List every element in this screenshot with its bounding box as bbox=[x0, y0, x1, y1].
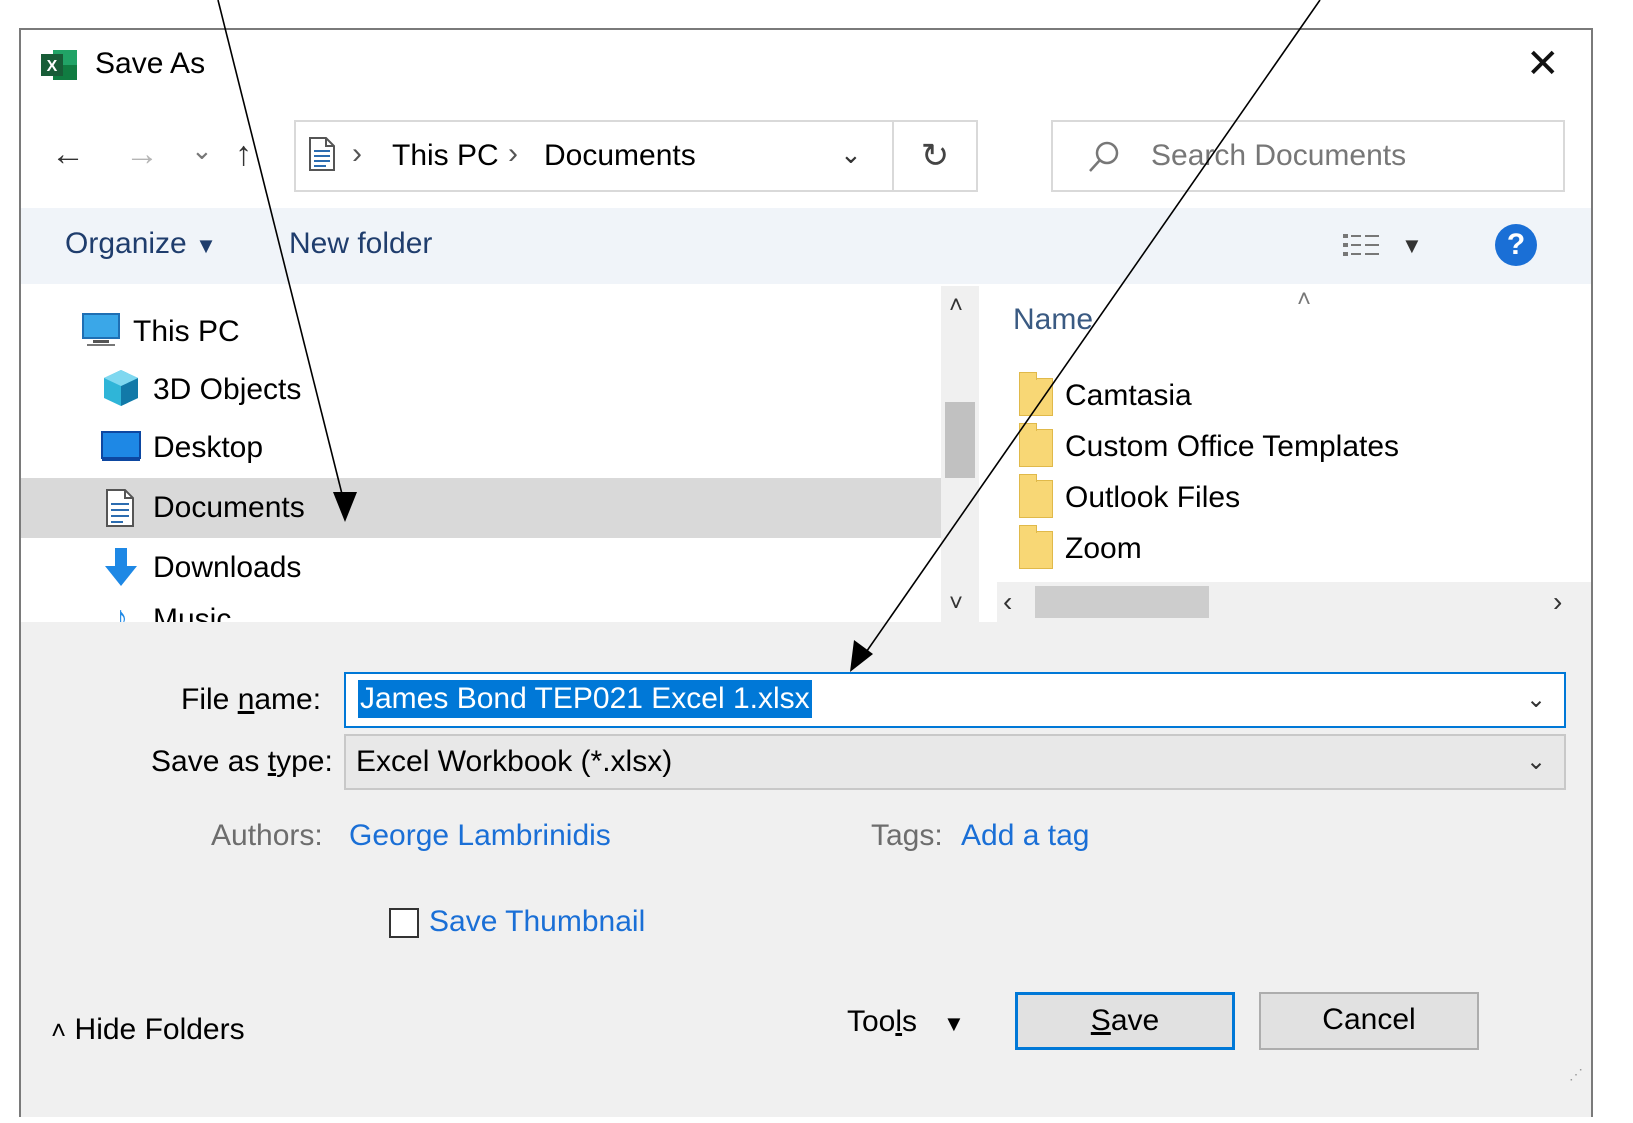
arrow-to-file-name bbox=[861, 0, 1321, 659]
arrow-head-file-name bbox=[850, 640, 873, 672]
arrow-head-documents bbox=[333, 492, 357, 522]
arrow-to-documents bbox=[217, 0, 346, 507]
annotation-arrows bbox=[217, 0, 1321, 672]
